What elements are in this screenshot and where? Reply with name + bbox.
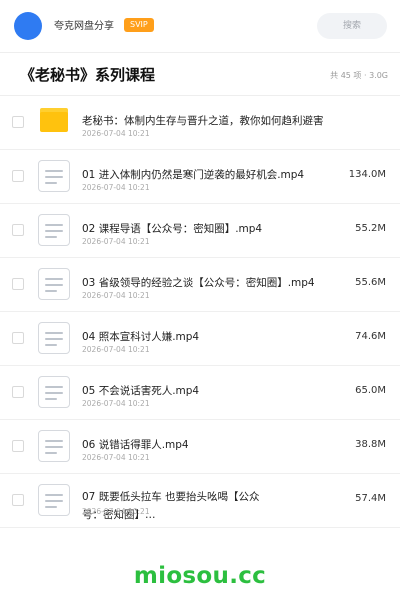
list-item[interactable]: 03 省级领导的经验之谈【公众号：密知圈】.mp4 2026-07-04 10:…	[0, 258, 400, 312]
file-size: 55.2M	[355, 223, 386, 234]
file-name: 05 不会说话害死人.mp4	[82, 385, 200, 397]
file-date: 2026-07-04 10:21	[82, 345, 150, 354]
list-item[interactable]: 07 既要低头拉车 也要抬头吆喝【公众号：密知圈】… 2026-07-04 10…	[0, 474, 400, 528]
select-checkbox[interactable]	[12, 494, 24, 506]
select-checkbox[interactable]	[12, 332, 24, 344]
file-name: 06 说错话得罪人.mp4	[82, 439, 189, 451]
list-item[interactable]: 老秘书：体制内生存与晋升之道，教你如何趋利避害 2026-07-04 10:21	[0, 96, 400, 150]
file-date: 2026-07-04 10:21	[82, 183, 150, 192]
header-divider	[0, 52, 400, 53]
select-checkbox[interactable]	[12, 224, 24, 236]
file-date: 2026-07-04 10:21	[82, 399, 150, 408]
folder-meta: 共 45 项 · 3.0G	[330, 71, 388, 80]
file-name: 01 进入体制内仍然是寒门逆袭的最好机会.mp4	[82, 169, 305, 181]
list-item[interactable]: 01 进入体制内仍然是寒门逆袭的最好机会.mp4 2026-07-04 10:2…	[0, 150, 400, 204]
video-file-icon	[38, 322, 70, 354]
video-file-icon	[38, 160, 70, 192]
select-checkbox[interactable]	[12, 440, 24, 452]
select-checkbox[interactable]	[12, 386, 24, 398]
file-size: 134.0M	[348, 169, 386, 180]
video-file-icon	[38, 268, 70, 300]
file-size: 74.6M	[355, 331, 386, 342]
file-date: 2026-07-04 10:21	[82, 129, 150, 138]
share-page: 夸克网盘分享 SVIP 搜索 《老秘书》系列课程 共 45 项 · 3.0G 老…	[0, 0, 400, 600]
file-size: 57.4M	[355, 493, 386, 504]
file-name: 04 照本宣科讨人嫌.mp4	[82, 331, 200, 343]
file-name: 03 省级领导的经验之谈【公众号：密知圈】.mp4	[82, 277, 315, 289]
file-date: 2026-07-04 10:21	[82, 507, 150, 516]
svip-badge: SVIP	[124, 18, 154, 32]
folder-icon	[40, 108, 68, 132]
list-item[interactable]: 06 说错话得罪人.mp4 2026-07-04 10:21 38.8M	[0, 420, 400, 474]
file-name: 07 既要低头拉车 也要抬头吆喝【公众号：密知圈】…	[82, 491, 260, 521]
sharer-name: 夸克网盘分享	[54, 21, 114, 32]
file-name: 老秘书：体制内生存与晋升之道，教你如何趋利避害	[82, 115, 324, 127]
file-date: 2026-07-04 10:21	[82, 237, 150, 246]
video-file-icon	[38, 484, 70, 516]
avatar[interactable]	[14, 12, 42, 40]
select-checkbox[interactable]	[12, 170, 24, 182]
video-file-icon	[38, 214, 70, 246]
watermark: miosou.cc	[133, 563, 267, 589]
list-item[interactable]: 02 课程导语【公众号：密知圈】.mp4 2026-07-04 10:21 55…	[0, 204, 400, 258]
select-checkbox[interactable]	[12, 116, 24, 128]
file-size: 65.0M	[355, 385, 386, 396]
file-size: 55.6M	[355, 277, 386, 288]
list-item[interactable]: 04 照本宣科讨人嫌.mp4 2026-07-04 10:21 74.6M	[0, 312, 400, 366]
search-input[interactable]: 搜索	[317, 13, 387, 39]
page-title: 《老秘书》系列课程	[20, 66, 156, 84]
file-date: 2026-07-04 10:21	[82, 453, 150, 462]
video-file-icon	[38, 376, 70, 408]
list-item[interactable]: 05 不会说话害死人.mp4 2026-07-04 10:21 65.0M	[0, 366, 400, 420]
file-date: 2026-07-04 10:21	[82, 291, 150, 300]
file-name: 02 课程导语【公众号：密知圈】.mp4	[82, 223, 263, 235]
top-bar: 夸克网盘分享 SVIP 搜索	[0, 0, 400, 52]
select-checkbox[interactable]	[12, 278, 24, 290]
video-file-icon	[38, 430, 70, 462]
file-list: 老秘书：体制内生存与晋升之道，教你如何趋利避害 2026-07-04 10:21…	[0, 96, 400, 528]
file-size: 38.8M	[355, 439, 386, 450]
